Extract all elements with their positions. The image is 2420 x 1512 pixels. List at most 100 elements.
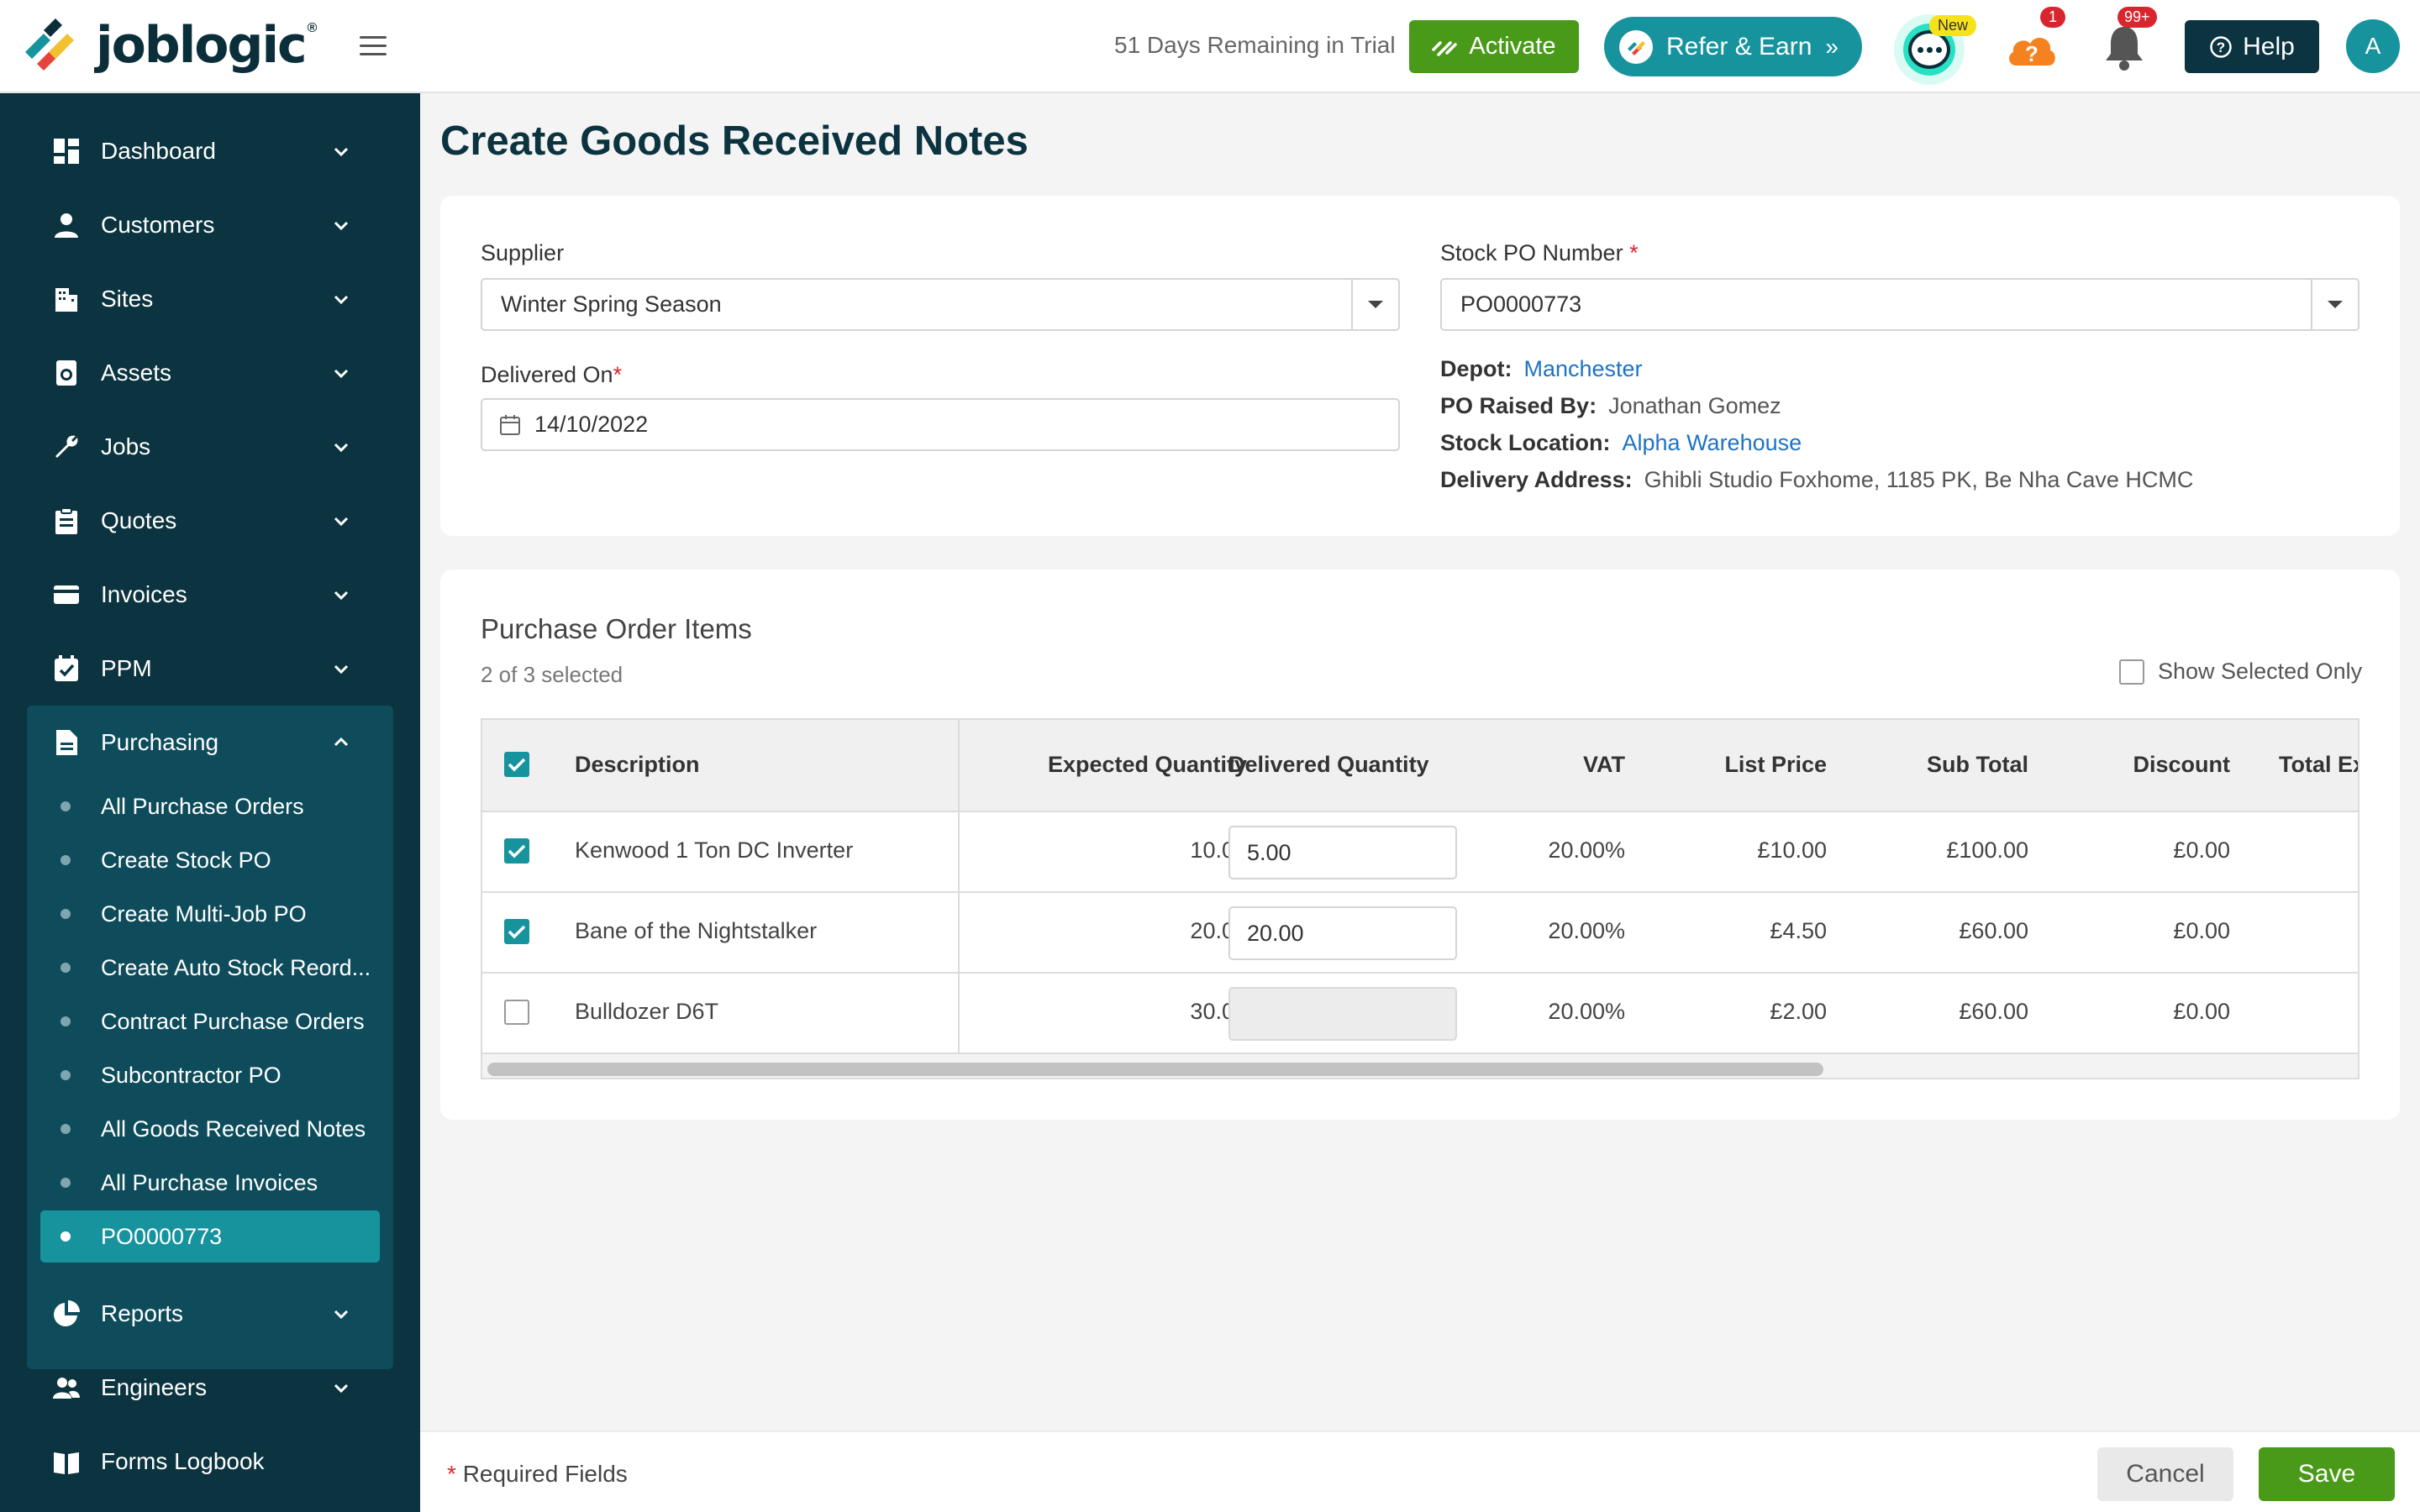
delivered-quantity-input[interactable] — [1228, 826, 1457, 879]
save-button[interactable]: Save — [2259, 1447, 2395, 1501]
sidebar-subitem-all-goods-received-notes[interactable]: All Goods Received Notes — [40, 1103, 380, 1155]
sidebar-item-label: Reports — [101, 1300, 184, 1326]
delivered-on-value: 14/10/2022 — [534, 412, 649, 437]
stock-po-dropdown-toggle[interactable] — [2311, 280, 2358, 329]
delivered-quantity-input[interactable] — [1228, 906, 1457, 960]
table-horizontal-scrollbar[interactable] — [482, 1054, 2358, 1078]
column-header-discount[interactable]: Discount — [2079, 752, 2230, 778]
select-all-checkbox[interactable] — [504, 752, 529, 777]
table-row[interactable]: Kenwood 1 Ton DC Inverter 10.00 20.00% £… — [482, 812, 2358, 893]
joblogic-logo[interactable]: joblogic ® — [18, 16, 318, 76]
table-header-row: Description Expected Quantity Delivered … — [482, 720, 2358, 812]
chevron-down-icon — [334, 664, 349, 675]
items-table: Description Expected Quantity Delivered … — [481, 718, 2360, 1079]
sidebar-subitem-all-purchase-invoices[interactable]: All Purchase Invoices — [40, 1157, 380, 1209]
asset-icon — [56, 360, 76, 386]
sidebar-subitem-create-auto-stock-reorder[interactable]: Create Auto Stock Reord... — [40, 942, 380, 994]
logo-text: joblogic — [96, 16, 308, 75]
sidebar-item-ppm[interactable]: PPM — [27, 638, 393, 699]
sidebar-item-label: Purchasing — [101, 729, 219, 755]
supplier-select[interactable]: Winter Spring Season — [481, 278, 1400, 331]
sidebar-item-jobs[interactable]: Jobs — [27, 417, 393, 477]
sidebar-item-invoices[interactable]: Invoices — [27, 564, 393, 625]
row-checkbox[interactable] — [504, 838, 529, 864]
table-row[interactable]: Bulldozer D6T 30.00 20.00% £2.00 £60.00 … — [482, 974, 2358, 1054]
hamburger-menu-icon[interactable] — [360, 36, 387, 56]
checkmark-icon — [508, 844, 526, 858]
notifications-button[interactable] — [2101, 22, 2148, 72]
chat-new-badge: New — [1929, 15, 1977, 36]
refer-earn-button[interactable]: Refer & Earn » — [1604, 17, 1862, 76]
sidebar-subitem-label: PO0000773 — [101, 1223, 223, 1249]
column-header-total-ex[interactable]: Total Ex — [2279, 752, 2358, 778]
activate-button[interactable]: Activate — [1409, 20, 1579, 73]
sidebar-subitem-contract-purchase-orders[interactable]: Contract Purchase Orders — [40, 995, 380, 1047]
sidebar-subitem-create-stock-po[interactable]: Create Stock PO — [40, 834, 380, 886]
sidebar-subitem-create-multi-job-po[interactable]: Create Multi-Job PO — [40, 888, 380, 940]
po-raised-by-label: PO Raised By: — [1440, 393, 1597, 418]
bullet-dot — [60, 855, 71, 865]
sidebar-item-engineers[interactable]: Engineers — [27, 1357, 393, 1418]
items-section-title: Purchase Order Items — [481, 613, 752, 644]
document-icon — [56, 730, 77, 755]
stock-location-link[interactable]: Alpha Warehouse — [1623, 430, 1802, 455]
row-checkbox[interactable] — [504, 1000, 529, 1025]
calendar-icon — [500, 414, 520, 435]
cell-list-price: £10.00 — [1757, 837, 1827, 863]
sidebar-subitem-po0000773[interactable]: PO0000773 — [40, 1210, 380, 1263]
bullet-dot — [60, 1124, 71, 1134]
delivery-address-value: Ghibli Studio Foxhome, 1185 PK, Be Nha C… — [1644, 467, 2194, 492]
sidebar-item-purchasing[interactable]: Purchasing — [27, 712, 393, 773]
column-header-description[interactable]: Description — [575, 752, 700, 778]
caret-down-icon — [1368, 301, 1383, 308]
stock-location-row: Stock Location: Alpha Warehouse — [1440, 430, 1802, 456]
delivered-on-date-field[interactable]: 14/10/2022 — [481, 398, 1400, 451]
bullet-dot — [60, 1016, 71, 1026]
bullet-dot — [60, 1178, 71, 1188]
logo-registered-mark: ® — [307, 21, 318, 35]
chevron-down-icon — [334, 591, 349, 601]
required-asterisk: * — [1629, 240, 1639, 265]
sidebar-item-reports[interactable]: Reports — [27, 1284, 393, 1344]
column-header-expected-quantity[interactable]: Expected Quantity — [992, 752, 1247, 778]
stock-po-number-value: PO0000773 — [1460, 291, 1582, 317]
help-notification-badge: 1 — [2040, 7, 2065, 28]
sidebar-item-customers[interactable]: Customers — [27, 195, 393, 255]
bullet-dot — [60, 909, 71, 919]
question-cloud-icon: ? — [2009, 38, 2055, 66]
delivery-address-label: Delivery Address: — [1440, 467, 1633, 492]
table-row[interactable]: Bane of the Nightstalker 20.00 20.00% £4… — [482, 893, 2358, 974]
help-button[interactable]: ? Help — [2185, 20, 2319, 73]
stock-po-number-select[interactable]: PO0000773 — [1440, 278, 2360, 331]
bullet-dot — [60, 1231, 71, 1242]
cell-expected-quantity: 20.00 — [1190, 918, 1247, 943]
supplier-dropdown-toggle[interactable] — [1351, 280, 1398, 329]
sidebar-subitem-label: Create Stock PO — [101, 847, 271, 873]
scrollbar-thumb[interactable] — [487, 1063, 1823, 1076]
bell-icon — [2106, 27, 2143, 71]
sidebar-item-assets[interactable]: Assets — [27, 343, 393, 403]
delivered-quantity-input — [1228, 987, 1457, 1041]
show-selected-only-checkbox[interactable] — [2119, 659, 2144, 685]
sidebar-subitem-all-purchase-orders[interactable]: All Purchase Orders — [40, 780, 380, 832]
card-icon — [54, 585, 79, 604]
cell-sub-total: £60.00 — [1959, 918, 2028, 943]
row-checkbox[interactable] — [504, 919, 529, 944]
cancel-button[interactable]: Cancel — [2097, 1447, 2233, 1501]
depot-link[interactable]: Manchester — [1523, 356, 1642, 381]
sidebar-item-forms-logbook[interactable]: Forms Logbook — [27, 1431, 393, 1492]
chevron-down-icon — [334, 295, 349, 305]
show-selected-only-toggle[interactable]: Show Selected Only — [2119, 659, 2362, 685]
sidebar-item-quotes[interactable]: Quotes — [27, 491, 393, 551]
column-header-sub-total[interactable]: Sub Total — [1877, 752, 2028, 778]
column-header-vat[interactable]: VAT — [1541, 752, 1625, 778]
help-cloud-button[interactable]: ? — [2005, 30, 2059, 67]
user-avatar[interactable]: A — [2346, 19, 2400, 73]
required-asterisk: * — [447, 1461, 456, 1487]
book-icon — [54, 1452, 79, 1474]
sidebar-subitem-subcontractor-po[interactable]: Subcontractor PO — [40, 1049, 380, 1101]
column-header-list-price[interactable]: List Price — [1676, 752, 1827, 778]
sidebar-item-dashboard[interactable]: Dashboard — [27, 121, 393, 181]
column-header-delivered-quantity[interactable]: Delivered Quantity — [1228, 752, 1429, 778]
sidebar-item-sites[interactable]: Sites — [27, 269, 393, 329]
